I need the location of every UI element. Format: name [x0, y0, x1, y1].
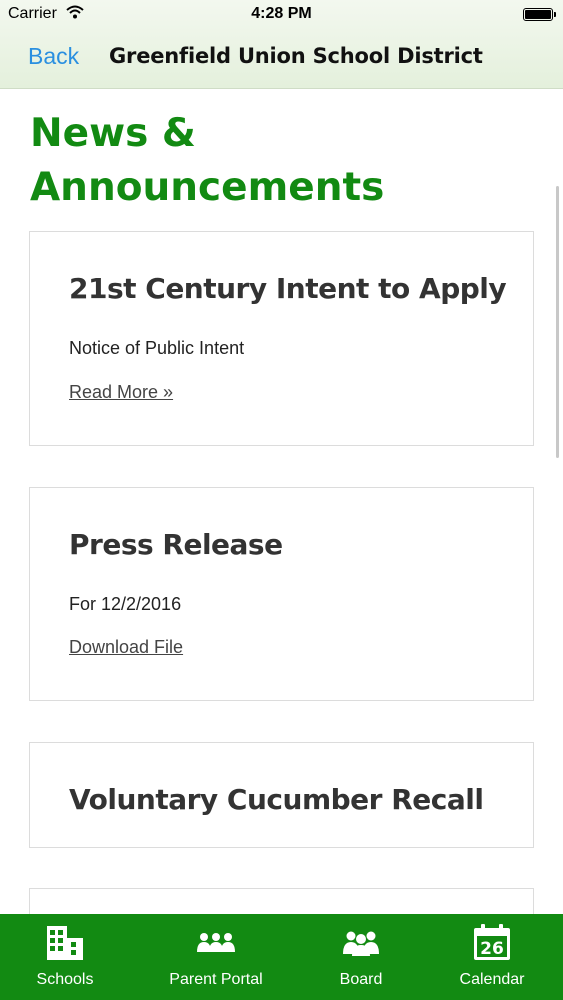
battery-icon — [523, 8, 556, 21]
status-bar: Carrier 4:28 PM — [0, 0, 563, 30]
card-title: 21st Century Intent to Apply — [69, 272, 507, 305]
tab-board[interactable]: Board — [300, 914, 422, 1000]
parents-icon — [196, 932, 236, 958]
card-title: Press Release — [69, 528, 283, 561]
news-card[interactable] — [29, 888, 534, 914]
card-text: Notice of Public Intent — [69, 338, 245, 358]
tab-label: Parent Portal — [169, 971, 263, 988]
news-content[interactable]: News & Announcements 21st Century Intent… — [0, 89, 563, 914]
tab-bar: Schools Parent Portal Board 26 Calendar — [0, 914, 563, 1000]
tab-calendar[interactable]: 26 Calendar — [440, 914, 544, 1000]
read-more-link[interactable]: Read More » — [69, 382, 173, 403]
news-card[interactable]: Press Release For 12/2/2016 Download Fil… — [29, 487, 534, 701]
board-icon — [341, 930, 381, 960]
calendar-day: 26 — [480, 939, 504, 959]
tab-label: Schools — [36, 971, 94, 988]
tab-parent-portal[interactable]: Parent Portal — [150, 914, 282, 1000]
tab-schools[interactable]: Schools — [0, 914, 130, 1000]
nav-title: Greenfield Union School District — [109, 44, 483, 68]
tab-label: Board — [339, 971, 383, 988]
navigation-header: Carrier 4:28 PM Back Greenfield Union Sc… — [0, 0, 563, 89]
download-file-link[interactable]: Download File — [69, 637, 183, 658]
back-button[interactable]: Back — [28, 43, 79, 70]
card-title: Voluntary Cucumber Recall — [69, 783, 484, 816]
tab-label: Calendar — [459, 971, 525, 988]
clock: 4:28 PM — [251, 5, 312, 22]
calendar-icon: 26 — [472, 924, 512, 966]
news-card[interactable]: 21st Century Intent to Apply Notice of P… — [29, 231, 534, 446]
card-text: For 12/2/2016 — [69, 594, 182, 614]
scrollbar[interactable] — [556, 186, 559, 458]
news-card[interactable]: Voluntary Cucumber Recall — [29, 742, 534, 848]
page-title: News & Announcements — [30, 111, 385, 210]
building-icon — [45, 924, 85, 966]
